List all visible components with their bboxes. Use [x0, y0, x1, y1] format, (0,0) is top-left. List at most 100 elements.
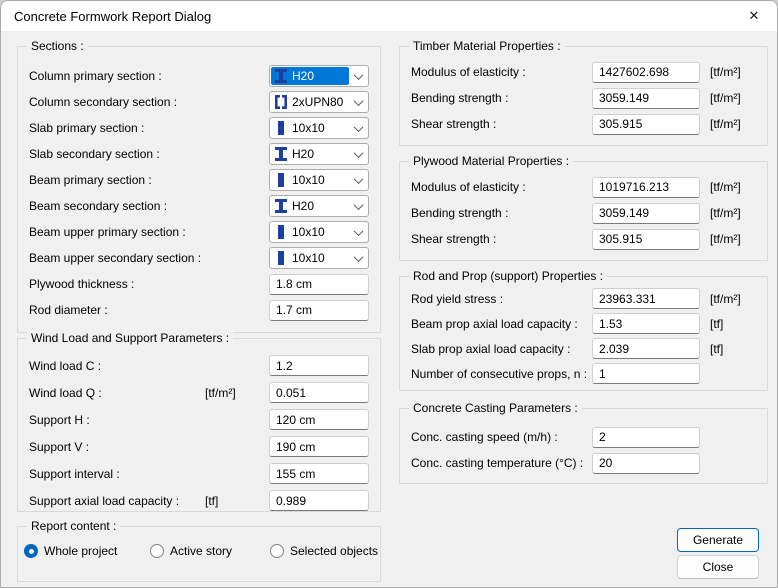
beam-primary-section-select[interactable]: 10x10 — [269, 169, 369, 191]
timber-bending-input[interactable] — [592, 88, 700, 109]
form-row: Slab secondary section : H20 — [29, 141, 369, 167]
field-label: Support V : — [29, 440, 205, 454]
dialog-body: Sections : Column primary section : H20 — [1, 31, 777, 587]
field-label: Bending strength : — [411, 206, 592, 220]
casting-speed-input[interactable] — [592, 427, 700, 448]
plywood-properties-group: Plywood Material Properties : Modulus of… — [399, 161, 768, 261]
field-label: Wind load Q : — [29, 386, 205, 400]
slab-prop-capacity-input[interactable] — [592, 338, 700, 359]
combo-selection: 10x10 — [271, 223, 349, 241]
form-row: Bending strength : [tf/m²] — [411, 200, 756, 226]
combo-value: 2xUPN80 — [292, 95, 343, 109]
unit-label: [tf/m²] — [700, 91, 756, 105]
timber-modulus-input[interactable] — [592, 62, 700, 83]
form-row: Bending strength : [tf/m²] — [411, 85, 756, 111]
field-label: Slab prop axial load capacity : — [411, 342, 592, 356]
field-label: Conc. casting speed (m/h) : — [411, 430, 592, 444]
form-row: Conc. casting speed (m/h) : — [411, 424, 756, 450]
close-button[interactable]: Close — [677, 555, 759, 579]
combo-value: 10x10 — [292, 251, 325, 265]
beam-secondary-section-select[interactable]: H20 — [269, 195, 369, 217]
form-row: Column secondary section : 2xUPN80 — [29, 89, 369, 115]
rod-yield-stress-input[interactable] — [592, 288, 700, 309]
field-label: Shear strength : — [411, 232, 592, 246]
radio-selected-icon — [24, 544, 38, 558]
chevron-down-icon — [349, 119, 367, 137]
group-title: Report content : — [27, 519, 120, 533]
field-label: Number of consecutive props, n : — [411, 367, 592, 381]
radio-whole-project[interactable]: Whole project — [24, 544, 117, 558]
plywood-thickness-input[interactable] — [269, 274, 369, 295]
casting-temperature-input[interactable] — [592, 453, 700, 474]
column-primary-section-select[interactable]: H20 — [269, 65, 369, 87]
beam-prop-capacity-input[interactable] — [592, 313, 700, 334]
chevron-down-icon — [349, 145, 367, 163]
unit-label: [tf] — [700, 317, 756, 331]
consecutive-props-input[interactable] — [592, 363, 700, 384]
field-label: Slab secondary section : — [29, 147, 269, 161]
column-secondary-section-select[interactable]: 2xUPN80 — [269, 91, 369, 113]
form-row: Conc. casting temperature (°C) : — [411, 450, 756, 476]
form-row: Modulus of elasticity : [tf/m²] — [411, 59, 756, 85]
field-label: Conc. casting temperature (°C) : — [411, 456, 592, 470]
support-axial-capacity-input[interactable] — [269, 490, 369, 511]
unit-label: [tf/m²] — [205, 386, 269, 400]
field-label: Beam primary section : — [29, 173, 269, 187]
support-interval-input[interactable] — [269, 463, 369, 484]
form-row: Wind load C : — [29, 352, 369, 379]
field-label: Beam upper secondary section : — [29, 251, 269, 265]
form-row: Support axial load capacity : [tf] — [29, 487, 369, 514]
form-row: Rod yield stress : [tf/m²] — [411, 286, 756, 311]
field-label: Column secondary section : — [29, 95, 269, 109]
combo-selection: 10x10 — [271, 249, 349, 267]
report-content-group: Report content : Whole project Active st… — [17, 526, 381, 582]
support-v-input[interactable] — [269, 436, 369, 457]
timber-shear-input[interactable] — [592, 114, 700, 135]
concrete-formwork-report-dialog: Concrete Formwork Report Dialog ✕ Sectio… — [0, 0, 778, 588]
concrete-casting-group: Concrete Casting Parameters : Conc. cast… — [399, 408, 768, 484]
generate-button[interactable]: Generate — [677, 528, 759, 552]
wind-load-group: Wind Load and Support Parameters : Wind … — [17, 338, 381, 512]
unit-label: [tf] — [205, 494, 269, 508]
plywood-modulus-input[interactable] — [592, 177, 700, 198]
form-row: Beam primary section : 10x10 — [29, 167, 369, 193]
form-row: Slab prop axial load capacity : [tf] — [411, 336, 756, 361]
combo-value: H20 — [292, 199, 314, 213]
field-label: Beam secondary section : — [29, 199, 269, 213]
form-row: Column primary section : H20 — [29, 63, 369, 89]
group-title: Rod and Prop (support) Properties : — [409, 269, 607, 283]
wind-load-c-input[interactable] — [269, 355, 369, 376]
form-row: Support H : — [29, 406, 369, 433]
form-row: Number of consecutive props, n : — [411, 361, 756, 386]
beam-upper-primary-section-select[interactable]: 10x10 — [269, 221, 369, 243]
field-label: Beam prop axial load capacity : — [411, 317, 592, 331]
combo-value: 10x10 — [292, 121, 325, 135]
radio-label: Active story — [170, 544, 232, 558]
support-h-input[interactable] — [269, 409, 369, 430]
form-row: Support V : — [29, 433, 369, 460]
slab-secondary-section-select[interactable]: H20 — [269, 143, 369, 165]
plywood-bending-input[interactable] — [592, 203, 700, 224]
combo-selection: 10x10 — [271, 171, 349, 189]
rect-section-icon — [275, 173, 287, 187]
slab-primary-section-select[interactable]: 10x10 — [269, 117, 369, 139]
radio-unselected-icon — [270, 544, 284, 558]
rod-diameter-input[interactable] — [269, 300, 369, 321]
radio-label: Whole project — [44, 544, 117, 558]
radio-active-story[interactable]: Active story — [150, 544, 232, 558]
rod-prop-properties-group: Rod and Prop (support) Properties : Rod … — [399, 276, 768, 391]
unit-label: [tf/m²] — [700, 180, 756, 194]
close-icon[interactable]: ✕ — [731, 1, 777, 31]
combo-selection: H20 — [271, 145, 349, 163]
field-label: Modulus of elasticity : — [411, 180, 592, 194]
wind-load-q-input[interactable] — [269, 382, 369, 403]
plywood-shear-input[interactable] — [592, 229, 700, 250]
field-label: Beam upper primary section : — [29, 225, 269, 239]
radio-label: Selected objects — [290, 544, 378, 558]
beam-upper-secondary-section-select[interactable]: 10x10 — [269, 247, 369, 269]
combo-value: H20 — [292, 69, 314, 83]
unit-label: [tf/m²] — [700, 292, 756, 306]
radio-unselected-icon — [150, 544, 164, 558]
radio-selected-objects[interactable]: Selected objects — [270, 544, 378, 558]
form-row: Shear strength : [tf/m²] — [411, 111, 756, 137]
